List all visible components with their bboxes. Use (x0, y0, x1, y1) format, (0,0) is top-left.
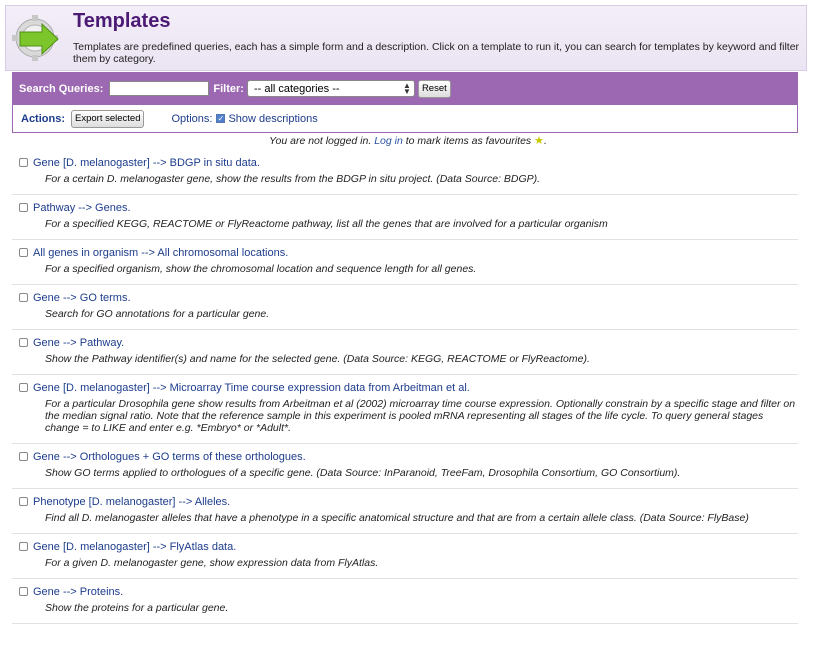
list-item: Gene [D. melanogaster] --> Microarray Ti… (12, 375, 798, 444)
template-description: For a particular Drosophila gene show re… (45, 398, 796, 434)
star-icon: ★ (534, 135, 544, 147)
template-link[interactable]: Gene --> Pathway. (33, 337, 124, 349)
template-checkbox[interactable] (19, 338, 28, 347)
search-bar: Search Queries: Filter: -- all categorie… (12, 72, 798, 105)
reset-button[interactable]: Reset (417, 79, 451, 98)
login-note: You are not logged in. Log in to mark it… (269, 135, 547, 147)
template-description: For a specified organism, show the chrom… (45, 263, 477, 275)
list-item: All genes in organism --> All chromosoma… (12, 240, 798, 285)
template-link[interactable]: All genes in organism --> All chromosoma… (33, 247, 288, 259)
login-link[interactable]: Log in (374, 135, 403, 147)
template-description: For a certain D. melanogaster gene, show… (45, 173, 541, 185)
options-label: Options: (171, 112, 213, 125)
template-checkbox[interactable] (19, 452, 28, 461)
template-checkbox[interactable] (19, 542, 28, 551)
template-description: Show GO terms applied to orthologues of … (45, 467, 681, 479)
template-link[interactable]: Gene --> Proteins. (33, 586, 123, 598)
login-note-prefix: You are not logged in. (269, 135, 372, 147)
list-item: Gene --> Orthologues + GO terms of these… (12, 444, 798, 489)
template-link[interactable]: Gene [D. melanogaster] --> BDGP in situ … (33, 157, 260, 169)
template-description: Show the Pathway identifier(s) and name … (45, 353, 590, 365)
template-link[interactable]: Gene [D. melanogaster] --> Microarray Ti… (33, 382, 470, 394)
list-item: Gene --> Proteins. Show the proteins for… (12, 579, 798, 624)
template-checkbox[interactable] (19, 158, 28, 167)
template-description: Find all D. melanogaster alleles that ha… (45, 512, 749, 524)
actions-label: Actions: (21, 112, 65, 125)
filter-label: Filter: (213, 82, 244, 95)
select-arrows-icon: ▲ ▼ (403, 80, 411, 96)
template-link[interactable]: Gene --> Orthologues + GO terms of these… (33, 451, 306, 463)
page-header: Templates Templates are predefined queri… (5, 5, 807, 71)
template-checkbox[interactable] (19, 203, 28, 212)
search-label: Search Queries: (19, 82, 104, 95)
actions-bar: Actions: Export selected Options: ✓ Show… (12, 105, 798, 133)
list-item: Gene --> GO terms. Search for GO annotat… (12, 285, 798, 330)
show-descriptions-checkbox[interactable]: ✓ (216, 114, 226, 123)
export-selected-button[interactable]: Export selected (71, 109, 145, 128)
category-filter-select[interactable]: -- all categories -- ▲ ▼ (246, 80, 415, 97)
template-checkbox[interactable] (19, 497, 28, 506)
filter-selected-value: -- all categories -- (253, 82, 340, 95)
template-list: Gene [D. melanogaster] --> BDGP in situ … (12, 150, 798, 624)
template-link[interactable]: Pathway --> Genes. (33, 202, 131, 214)
template-checkbox[interactable] (19, 587, 28, 596)
show-descriptions-label[interactable]: Show descriptions (228, 113, 317, 125)
login-note-suffix: to mark items as favourites (405, 135, 532, 147)
template-description: For a given D. melanogaster gene, show e… (45, 557, 379, 569)
template-link[interactable]: Phenotype [D. melanogaster] --> Alleles. (33, 496, 230, 508)
template-link[interactable]: Gene [D. melanogaster] --> FlyAtlas data… (33, 541, 236, 553)
list-item: Gene [D. melanogaster] --> FlyAtlas data… (12, 534, 798, 579)
page-title: Templates (73, 10, 171, 32)
list-item: Pathway --> Genes. For a specified KEGG,… (12, 195, 798, 240)
template-checkbox[interactable] (19, 383, 28, 392)
template-description: Show the proteins for a particular gene. (45, 602, 229, 614)
template-checkbox[interactable] (19, 293, 28, 302)
templates-gear-arrow-icon (12, 15, 59, 61)
template-description: Search for GO annotations for a particul… (45, 308, 270, 320)
list-item: Gene --> Pathway. Show the Pathway ident… (12, 330, 798, 375)
template-checkbox[interactable] (19, 248, 28, 257)
search-input[interactable] (109, 81, 210, 96)
list-item: Gene [D. melanogaster] --> BDGP in situ … (12, 150, 798, 195)
template-link[interactable]: Gene --> GO terms. (33, 292, 131, 304)
list-item: Phenotype [D. melanogaster] --> Alleles.… (12, 489, 798, 534)
template-description: For a specified KEGG, REACTOME or FlyRea… (45, 218, 608, 230)
page-intro: Templates are predefined queries, each h… (73, 41, 800, 65)
